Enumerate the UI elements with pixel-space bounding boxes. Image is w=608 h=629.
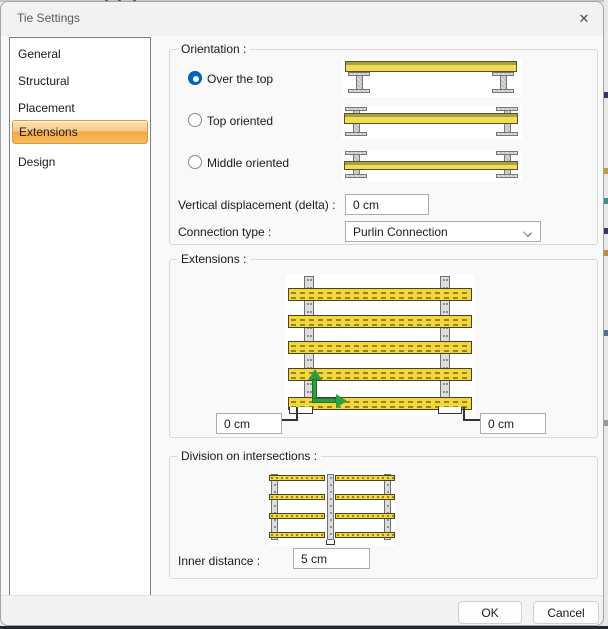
division-legend: Division on intersections :: [177, 449, 322, 463]
top-oriented-thumbnail: [342, 106, 522, 139]
close-icon[interactable]: ✕: [573, 9, 595, 29]
title-bar: Tie Settings ✕: [1, 2, 603, 36]
radio-top-oriented-label: Top oriented: [207, 114, 274, 128]
radio-middle-oriented[interactable]: [188, 155, 202, 169]
cancel-button[interactable]: Cancel: [533, 601, 599, 624]
inner-distance-label: Inner distance :: [178, 554, 261, 568]
radio-middle-oriented-label: Middle oriented: [207, 156, 290, 170]
inner-distance-input[interactable]: 5 cm: [293, 548, 370, 569]
sidebar-item-extensions[interactable]: Extensions: [12, 120, 148, 144]
axis-arrow-right-icon: [336, 394, 347, 408]
vertical-displacement-label: Vertical displacement (delta) :: [178, 198, 336, 212]
over-the-top-thumbnail: [342, 59, 522, 97]
settings-nav-sidebar: General Structural Placement Extensions …: [9, 37, 151, 598]
extensions-group: Extensions : 0 cm 0 cm: [169, 252, 598, 438]
sidebar-item-placement[interactable]: Placement: [12, 96, 148, 120]
ok-button[interactable]: OK: [458, 601, 522, 624]
dialog-footer: OK Cancel: [1, 595, 603, 625]
radio-over-the-top-label: Over the top: [207, 72, 274, 86]
chevron-down-icon: [523, 228, 532, 237]
extension-right-input[interactable]: 0 cm: [480, 413, 546, 434]
division-group: Division on intersections : Inner distan…: [169, 449, 598, 579]
vertical-displacement-input[interactable]: 0 cm: [345, 194, 429, 215]
connection-type-dropdown[interactable]: Purlin Connection: [345, 221, 541, 242]
extensions-diagram: [285, 274, 475, 415]
connection-type-label: Connection type :: [178, 225, 272, 239]
connection-type-value: Purlin Connection: [353, 224, 448, 239]
background-right-sliver: [604, 0, 608, 629]
sidebar-item-general[interactable]: General: [12, 42, 148, 66]
dialog-title: Tie Settings: [17, 11, 80, 25]
orientation-group: Orientation : Over the top Top oriented …: [169, 42, 598, 245]
sidebar-item-design[interactable]: Design: [12, 150, 148, 174]
middle-oriented-thumbnail: [342, 150, 522, 181]
radio-over-the-top[interactable]: [188, 71, 202, 85]
division-gap-marker: [326, 540, 335, 545]
sidebar-item-structural[interactable]: Structural: [12, 69, 148, 93]
radio-top-oriented[interactable]: [188, 113, 202, 127]
tie-settings-dialog: Tie Settings ✕ General Structural Placem…: [0, 1, 604, 626]
extensions-legend: Extensions :: [177, 252, 251, 266]
division-diagram: [269, 472, 395, 546]
orientation-legend: Orientation :: [177, 42, 251, 56]
extension-left-input[interactable]: 0 cm: [216, 413, 282, 434]
